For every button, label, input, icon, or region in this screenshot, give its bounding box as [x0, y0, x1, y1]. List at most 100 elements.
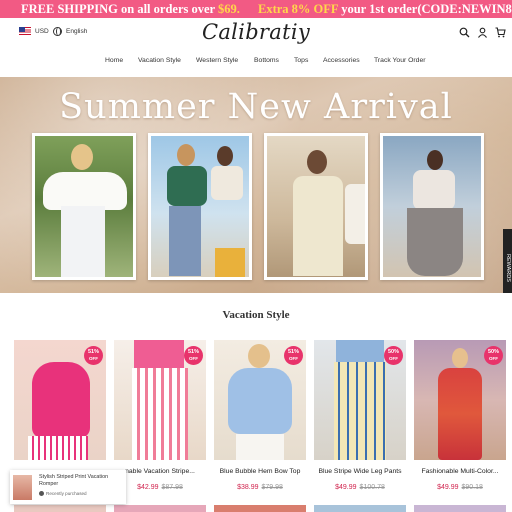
model-head	[177, 144, 195, 166]
product-card[interactable]: 51% OFF nable Vacation Stripe... $42.99 $8…	[114, 340, 206, 491]
price-original: $87.98	[161, 484, 183, 491]
white-knit-shape	[413, 170, 455, 210]
floral-dress-shape	[438, 368, 482, 460]
price-original: $90.18	[461, 484, 483, 491]
popup-product-name[interactable]: Stylish Striped Print Vacation Romper	[39, 474, 125, 488]
product-price: $49.99 $100.78	[314, 484, 406, 491]
promo-discount: Extra 8% OFF your 1st order(CODE:NEWIN8)	[258, 0, 512, 18]
grey-skirt-shape	[407, 208, 463, 276]
header-actions	[459, 25, 506, 38]
white-pants-shape	[236, 434, 284, 460]
striped-shorts-shape	[28, 436, 88, 460]
next-product-image	[214, 505, 306, 512]
product-card[interactable]: 51% OFF	[14, 340, 106, 484]
model-head	[307, 150, 327, 174]
price-original: $100.78	[359, 484, 385, 491]
green-tee-shape	[167, 166, 207, 206]
model-head	[71, 144, 93, 170]
product-name[interactable]: Blue Stripe Wide Leg Pants	[314, 468, 406, 475]
next-row-preview	[0, 505, 512, 512]
discount-badge-suffix: OFF	[189, 356, 198, 361]
discount-badge-value: 51%	[87, 349, 99, 355]
pink-top-shape	[134, 340, 184, 368]
banner-photo-2[interactable]	[148, 133, 252, 280]
section-title: Vacation Style	[222, 309, 290, 321]
product-image[interactable]: 51% OFF	[14, 340, 106, 460]
product-card[interactable]: 51% OFF Blue Bubble Hem Bow Top $38.99 $79…	[214, 340, 306, 491]
product-price: $42.99 $87.98	[114, 484, 206, 491]
pink-top-shape	[32, 362, 90, 438]
white-top-shape	[43, 172, 127, 210]
discount-badge-value: 51%	[187, 349, 199, 355]
discount-badge: 50% OFF	[484, 346, 503, 365]
nav-home[interactable]: Home	[105, 57, 123, 64]
model-head	[452, 348, 468, 368]
main-nav: Home Vacation Style Western Style Bottom…	[0, 50, 512, 74]
product-image[interactable]: 51% OFF	[114, 340, 206, 460]
product-name[interactable]: Fashionable Multi-Color...	[414, 468, 506, 475]
banner-photo-1[interactable]	[32, 133, 136, 280]
model-head	[217, 146, 233, 166]
next-product-image	[414, 505, 506, 512]
promo-discount-highlight: Extra 8% OFF	[258, 2, 339, 16]
next-product-image	[314, 505, 406, 512]
hero-banner[interactable]: Summer New Arrival REWARDS	[0, 77, 512, 293]
price-current: $49.99	[437, 484, 459, 491]
blue-top-shape	[228, 368, 292, 434]
next-product-image	[114, 505, 206, 512]
price-original: $79.98	[261, 484, 283, 491]
nav-bottoms[interactable]: Bottoms	[254, 57, 279, 64]
product-card[interactable]: 50% OFF Blue Stripe Wide Leg Pants $49.99…	[314, 340, 406, 491]
promo-bar: FREE SHIPPING on all orders over $69. Ex…	[0, 0, 512, 18]
discount-badge: 51% OFF	[284, 346, 303, 365]
discount-badge-suffix: OFF	[389, 356, 398, 361]
model-head	[248, 344, 270, 368]
product-price: $49.99 $90.18	[414, 484, 506, 491]
popup-note-text: Recently purchased	[46, 491, 87, 496]
price-current: $42.99	[137, 484, 159, 491]
discount-badge-suffix: OFF	[489, 356, 498, 361]
discount-badge-suffix: OFF	[289, 356, 298, 361]
next-product-image	[14, 505, 106, 512]
discount-badge-value: 50%	[387, 349, 399, 355]
product-card[interactable]: 50% OFF Fashionable Multi-Color... $49.99…	[414, 340, 506, 491]
yellow-bag-shape	[215, 248, 245, 277]
promo-free-shipping: FREE SHIPPING on all orders over $69.	[21, 0, 240, 18]
nav-vacation-style[interactable]: Vacation Style	[138, 57, 181, 64]
discount-badge-value: 50%	[487, 349, 499, 355]
nav-tops[interactable]: Tops	[294, 57, 308, 64]
discount-badge-value: 51%	[287, 349, 299, 355]
site-header: USD English Calibratiy	[0, 18, 512, 50]
product-name[interactable]: nable Vacation Stripe...	[114, 468, 206, 475]
product-image[interactable]: 50% OFF	[414, 340, 506, 460]
product-image[interactable]: 50% OFF	[314, 340, 406, 460]
cart-icon[interactable]	[495, 25, 506, 38]
product-name[interactable]: Blue Bubble Hem Bow Top	[214, 468, 306, 475]
vehicle-shape	[345, 184, 365, 244]
popup-note: Recently purchased	[39, 491, 87, 496]
nav-track-order[interactable]: Track Your Order	[374, 57, 426, 64]
recent-purchase-popup[interactable]: Stylish Striped Print Vacation Romper Re…	[10, 470, 126, 504]
product-image[interactable]: 51% OFF	[214, 340, 306, 460]
account-icon[interactable]	[477, 25, 488, 38]
banner-title: Summer New Arrival	[59, 87, 453, 127]
rewards-side-tab[interactable]: REWARDS	[503, 229, 512, 293]
nav-accessories[interactable]: Accessories	[323, 57, 360, 64]
cream-suit-shape	[293, 176, 343, 276]
discount-badge: 51% OFF	[84, 346, 103, 365]
discount-badge: 50% OFF	[384, 346, 403, 365]
striped-pants-shape	[132, 368, 188, 460]
search-icon[interactable]	[459, 25, 470, 38]
promo-free-shipping-text: FREE SHIPPING on all orders over	[21, 2, 218, 16]
discount-badge-suffix: OFF	[89, 356, 98, 361]
white-pants-shape	[61, 206, 105, 277]
discount-badge: 51% OFF	[184, 346, 203, 365]
product-price: $38.99 $79.98	[214, 484, 306, 491]
nav-western-style[interactable]: Western Style	[196, 57, 238, 64]
popup-product-thumbnail	[13, 475, 32, 500]
promo-discount-code: your 1st order(CODE:NEWIN8)	[338, 2, 512, 16]
banner-photo-3[interactable]	[264, 133, 368, 280]
price-current: $38.99	[237, 484, 259, 491]
site-logo[interactable]: Calibratiy	[0, 20, 512, 44]
banner-photo-4[interactable]	[380, 133, 484, 280]
